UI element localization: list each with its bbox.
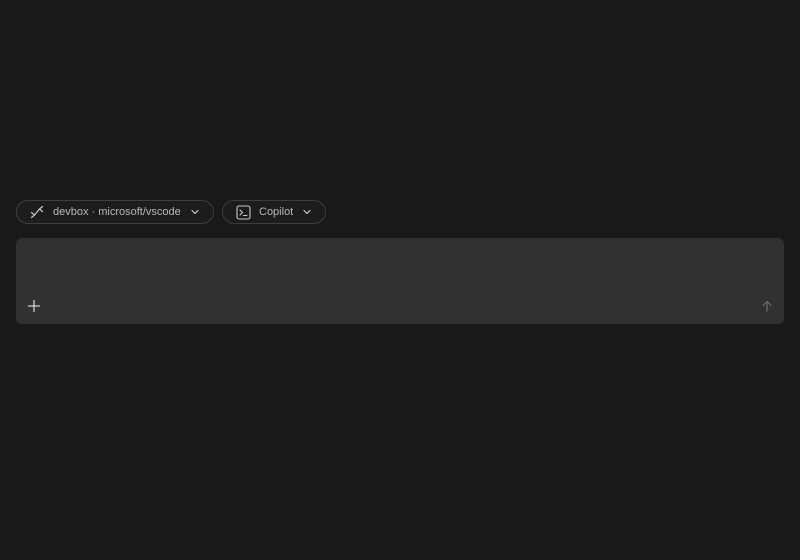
remote-selector-button[interactable]: devbox · microsoft/vscode bbox=[16, 200, 214, 224]
send-button[interactable] bbox=[760, 299, 774, 313]
chat-input[interactable] bbox=[28, 248, 772, 292]
remote-selector-label: devbox · microsoft/vscode bbox=[53, 206, 181, 218]
add-context-button[interactable] bbox=[26, 298, 42, 314]
agent-selector-label: Copilot bbox=[259, 206, 294, 218]
chevron-down-icon bbox=[301, 206, 313, 218]
remote-connection-icon bbox=[29, 204, 45, 220]
chat-panel: devbox · microsoft/vscode Copilot bbox=[0, 0, 800, 560]
context-toolbar: devbox · microsoft/vscode Copilot bbox=[16, 200, 326, 224]
agent-selector-button[interactable]: Copilot bbox=[222, 200, 326, 224]
terminal-icon bbox=[235, 204, 251, 220]
chat-input-box bbox=[16, 238, 784, 324]
plus-icon bbox=[27, 299, 41, 313]
arrow-up-icon bbox=[762, 300, 772, 312]
chevron-down-icon bbox=[189, 206, 201, 218]
